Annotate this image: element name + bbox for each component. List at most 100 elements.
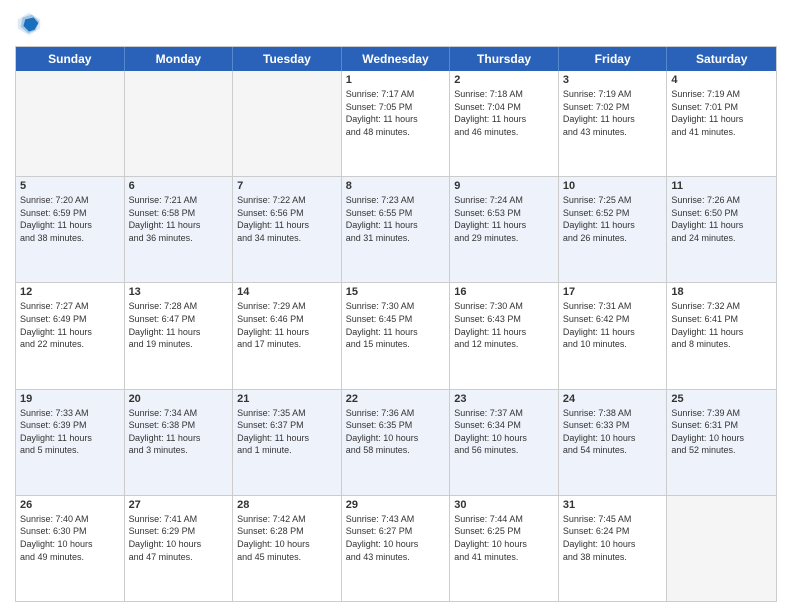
day-number: 1 bbox=[346, 74, 446, 86]
day-details: Sunrise: 7:19 AM Sunset: 7:01 PM Dayligh… bbox=[671, 88, 772, 138]
day-number: 5 bbox=[20, 180, 120, 192]
calendar: SundayMondayTuesdayWednesdayThursdayFrid… bbox=[15, 46, 777, 602]
calendar-row-2: 12Sunrise: 7:27 AM Sunset: 6:49 PM Dayli… bbox=[16, 283, 776, 389]
day-cell-24: 24Sunrise: 7:38 AM Sunset: 6:33 PM Dayli… bbox=[559, 390, 668, 495]
day-number: 10 bbox=[563, 180, 663, 192]
day-cell-16: 16 Sunrise: 7:30 AM Sunset: 6:43 PM Dayli… bbox=[450, 283, 559, 388]
page: SundayMondayTuesdayWednesdayThursdayFrid… bbox=[0, 0, 792, 612]
day-details: Sunrise: 7:18 AM Sunset: 7:04 PM Dayligh… bbox=[454, 88, 554, 138]
calendar-row-3: 19Sunrise: 7:33 AM Sunset: 6:39 PM Dayli… bbox=[16, 390, 776, 496]
day-details: Sunrise: 7:43 AM Sunset: 6:27 PM Dayligh… bbox=[346, 513, 446, 563]
day-details: Sunrise: 7:27 AM Sunset: 6:49 PM Dayligh… bbox=[20, 300, 120, 350]
day-cell-27: 27 Sunrise: 7:41 AM Sunset: 6:29 PM Dayli… bbox=[125, 496, 234, 601]
calendar-row-1: 5 Sunrise: 7:20 AM Sunset: 6:59 PM Daylig… bbox=[16, 177, 776, 283]
empty-cell-4-6 bbox=[667, 496, 776, 601]
day-cell-7: 7 Sunrise: 7:22 AM Sunset: 6:56 PM Daylig… bbox=[233, 177, 342, 282]
day-number: 11 bbox=[671, 180, 772, 192]
day-number: 8 bbox=[346, 180, 446, 192]
day-details: Sunrise: 7:29 AM Sunset: 6:46 PM Dayligh… bbox=[237, 300, 337, 350]
day-cell-5: 5 Sunrise: 7:20 AM Sunset: 6:59 PM Daylig… bbox=[16, 177, 125, 282]
day-cell-18: 18 Sunrise: 7:32 AM Sunset: 6:41 PM Dayli… bbox=[667, 283, 776, 388]
day-details: Sunrise: 7:30 AM Sunset: 6:43 PM Dayligh… bbox=[454, 300, 554, 350]
day-cell-17: 17Sunrise: 7:31 AM Sunset: 6:42 PM Dayli… bbox=[559, 283, 668, 388]
day-number: 27 bbox=[129, 499, 229, 511]
day-cell-28: 28 Sunrise: 7:42 AM Sunset: 6:28 PM Dayli… bbox=[233, 496, 342, 601]
day-details: Sunrise: 7:17 AM Sunset: 7:05 PM Dayligh… bbox=[346, 88, 446, 138]
header-cell-friday: Friday bbox=[559, 47, 668, 71]
day-cell-20: 20Sunrise: 7:34 AM Sunset: 6:38 PM Dayli… bbox=[125, 390, 234, 495]
header-cell-monday: Monday bbox=[125, 47, 234, 71]
day-cell-8: 8 Sunrise: 7:23 AM Sunset: 6:55 PM Daylig… bbox=[342, 177, 451, 282]
header-cell-saturday: Saturday bbox=[667, 47, 776, 71]
day-cell-9: 9Sunrise: 7:24 AM Sunset: 6:53 PM Daylig… bbox=[450, 177, 559, 282]
day-details: Sunrise: 7:40 AM Sunset: 6:30 PM Dayligh… bbox=[20, 513, 120, 563]
day-number: 26 bbox=[20, 499, 120, 511]
day-cell-1: 1 Sunrise: 7:17 AM Sunset: 7:05 PM Daylig… bbox=[342, 71, 451, 176]
logo bbox=[15, 10, 47, 38]
day-number: 25 bbox=[671, 393, 772, 405]
day-number: 14 bbox=[237, 286, 337, 298]
empty-cell-0-0 bbox=[16, 71, 125, 176]
day-details: Sunrise: 7:38 AM Sunset: 6:33 PM Dayligh… bbox=[563, 407, 663, 457]
day-number: 21 bbox=[237, 393, 337, 405]
day-number: 28 bbox=[237, 499, 337, 511]
day-cell-6: 6 Sunrise: 7:21 AM Sunset: 6:58 PM Daylig… bbox=[125, 177, 234, 282]
day-number: 17 bbox=[563, 286, 663, 298]
day-number: 7 bbox=[237, 180, 337, 192]
day-cell-21: 21 Sunrise: 7:35 AM Sunset: 6:37 PM Dayli… bbox=[233, 390, 342, 495]
day-cell-13: 13Sunrise: 7:28 AM Sunset: 6:47 PM Dayli… bbox=[125, 283, 234, 388]
empty-cell-0-1 bbox=[125, 71, 234, 176]
empty-cell-0-2 bbox=[233, 71, 342, 176]
day-number: 18 bbox=[671, 286, 772, 298]
day-number: 6 bbox=[129, 180, 229, 192]
day-cell-11: 11 Sunrise: 7:26 AM Sunset: 6:50 PM Dayli… bbox=[667, 177, 776, 282]
header-cell-sunday: Sunday bbox=[16, 47, 125, 71]
day-number: 15 bbox=[346, 286, 446, 298]
day-cell-30: 30 Sunrise: 7:44 AM Sunset: 6:25 PM Dayli… bbox=[450, 496, 559, 601]
logo-icon bbox=[15, 10, 43, 38]
day-details: Sunrise: 7:30 AM Sunset: 6:45 PM Dayligh… bbox=[346, 300, 446, 350]
day-details: Sunrise: 7:22 AM Sunset: 6:56 PM Dayligh… bbox=[237, 194, 337, 244]
day-details: Sunrise: 7:20 AM Sunset: 6:59 PM Dayligh… bbox=[20, 194, 120, 244]
day-number: 19 bbox=[20, 393, 120, 405]
day-number: 2 bbox=[454, 74, 554, 86]
header bbox=[15, 10, 777, 38]
day-number: 31 bbox=[563, 499, 663, 511]
day-number: 20 bbox=[129, 393, 229, 405]
day-cell-4: 4 Sunrise: 7:19 AM Sunset: 7:01 PM Daylig… bbox=[667, 71, 776, 176]
day-cell-29: 29Sunrise: 7:43 AM Sunset: 6:27 PM Dayli… bbox=[342, 496, 451, 601]
day-cell-3: 3 Sunrise: 7:19 AM Sunset: 7:02 PM Daylig… bbox=[559, 71, 668, 176]
day-cell-2: 2 Sunrise: 7:18 AM Sunset: 7:04 PM Daylig… bbox=[450, 71, 559, 176]
day-details: Sunrise: 7:19 AM Sunset: 7:02 PM Dayligh… bbox=[563, 88, 663, 138]
day-details: Sunrise: 7:32 AM Sunset: 6:41 PM Dayligh… bbox=[671, 300, 772, 350]
day-cell-12: 12Sunrise: 7:27 AM Sunset: 6:49 PM Dayli… bbox=[16, 283, 125, 388]
day-details: Sunrise: 7:25 AM Sunset: 6:52 PM Dayligh… bbox=[563, 194, 663, 244]
day-details: Sunrise: 7:35 AM Sunset: 6:37 PM Dayligh… bbox=[237, 407, 337, 457]
day-number: 23 bbox=[454, 393, 554, 405]
day-cell-15: 15 Sunrise: 7:30 AM Sunset: 6:45 PM Dayli… bbox=[342, 283, 451, 388]
day-cell-23: 23Sunrise: 7:37 AM Sunset: 6:34 PM Dayli… bbox=[450, 390, 559, 495]
day-number: 16 bbox=[454, 286, 554, 298]
day-details: Sunrise: 7:26 AM Sunset: 6:50 PM Dayligh… bbox=[671, 194, 772, 244]
day-cell-31: 31 Sunrise: 7:45 AM Sunset: 6:24 PM Dayli… bbox=[559, 496, 668, 601]
day-details: Sunrise: 7:45 AM Sunset: 6:24 PM Dayligh… bbox=[563, 513, 663, 563]
day-details: Sunrise: 7:23 AM Sunset: 6:55 PM Dayligh… bbox=[346, 194, 446, 244]
day-cell-22: 22Sunrise: 7:36 AM Sunset: 6:35 PM Dayli… bbox=[342, 390, 451, 495]
day-details: Sunrise: 7:39 AM Sunset: 6:31 PM Dayligh… bbox=[671, 407, 772, 457]
day-details: Sunrise: 7:44 AM Sunset: 6:25 PM Dayligh… bbox=[454, 513, 554, 563]
day-details: Sunrise: 7:28 AM Sunset: 6:47 PM Dayligh… bbox=[129, 300, 229, 350]
day-number: 4 bbox=[671, 74, 772, 86]
day-details: Sunrise: 7:21 AM Sunset: 6:58 PM Dayligh… bbox=[129, 194, 229, 244]
day-details: Sunrise: 7:24 AM Sunset: 6:53 PM Dayligh… bbox=[454, 194, 554, 244]
day-number: 3 bbox=[563, 74, 663, 86]
header-cell-wednesday: Wednesday bbox=[342, 47, 451, 71]
day-details: Sunrise: 7:41 AM Sunset: 6:29 PM Dayligh… bbox=[129, 513, 229, 563]
day-number: 30 bbox=[454, 499, 554, 511]
header-cell-thursday: Thursday bbox=[450, 47, 559, 71]
day-details: Sunrise: 7:36 AM Sunset: 6:35 PM Dayligh… bbox=[346, 407, 446, 457]
day-cell-26: 26 Sunrise: 7:40 AM Sunset: 6:30 PM Dayli… bbox=[16, 496, 125, 601]
day-details: Sunrise: 7:42 AM Sunset: 6:28 PM Dayligh… bbox=[237, 513, 337, 563]
header-cell-tuesday: Tuesday bbox=[233, 47, 342, 71]
calendar-row-0: 1 Sunrise: 7:17 AM Sunset: 7:05 PM Daylig… bbox=[16, 71, 776, 177]
calendar-header-row: SundayMondayTuesdayWednesdayThursdayFrid… bbox=[16, 47, 776, 71]
